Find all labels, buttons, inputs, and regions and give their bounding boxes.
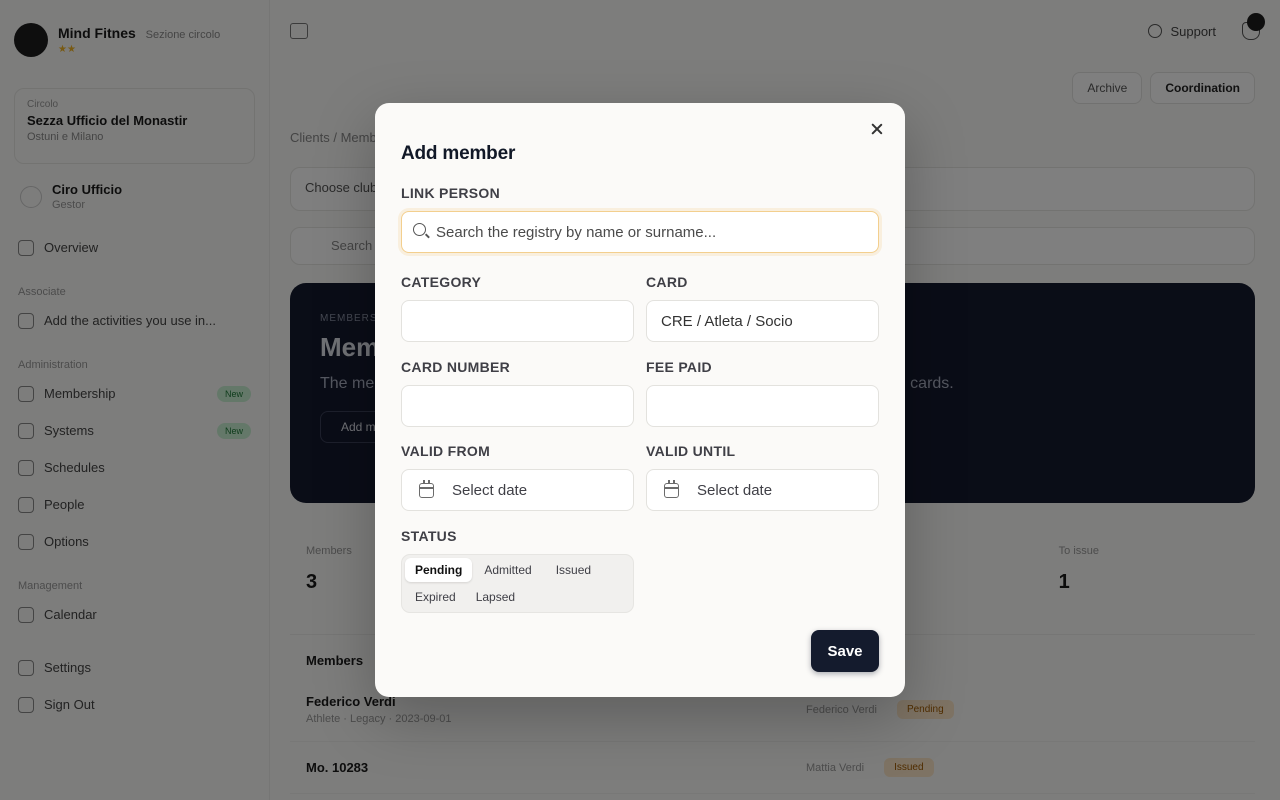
person-search-input[interactable] (436, 212, 878, 252)
close-icon[interactable] (869, 121, 885, 137)
link-person-label: LINK PERSON (401, 185, 500, 201)
card-number-input[interactable] (402, 386, 633, 426)
category-label: CATEGORY (401, 274, 482, 290)
category-input[interactable] (402, 301, 633, 341)
status-option-admitted[interactable]: Admitted (474, 558, 541, 582)
fee-paid-field[interactable] (646, 385, 879, 427)
valid-until-value: Select date (697, 481, 773, 499)
status-option-issued[interactable]: Issued (546, 558, 601, 582)
link-person-field[interactable] (401, 211, 879, 253)
status-option-pending[interactable]: Pending (405, 558, 473, 582)
card-number-label: CARD NUMBER (401, 359, 511, 375)
card-input[interactable] (647, 301, 878, 341)
fee-paid-input[interactable] (647, 386, 878, 426)
card-label: CARD (646, 274, 688, 290)
calendar-icon (419, 480, 434, 498)
valid-until-label: VALID UNTIL (646, 443, 736, 459)
valid-from-label: VALID FROM (401, 443, 491, 459)
calendar-icon (664, 480, 679, 498)
status-label: STATUS (401, 528, 457, 544)
card-number-field[interactable] (401, 385, 634, 427)
category-field[interactable] (401, 300, 634, 342)
status-option-lapsed[interactable]: Lapsed (466, 585, 525, 609)
valid-from-datepicker[interactable]: Select date (401, 469, 634, 511)
valid-from-value: Select date (452, 481, 528, 499)
card-field[interactable] (646, 300, 879, 342)
status-option-expired[interactable]: Expired (405, 585, 466, 609)
valid-until-datepicker[interactable]: Select date (646, 469, 879, 511)
status-segmented-control: Pending Admitted Issued Expired Lapsed (401, 554, 634, 613)
search-icon (413, 223, 426, 236)
dialog-title: Add member (401, 143, 516, 164)
save-button[interactable]: Save (811, 630, 879, 672)
add-member-dialog: Add member LINK PERSON CATEGORY CARD CAR… (375, 103, 905, 697)
fee-paid-label: FEE PAID (646, 359, 712, 375)
